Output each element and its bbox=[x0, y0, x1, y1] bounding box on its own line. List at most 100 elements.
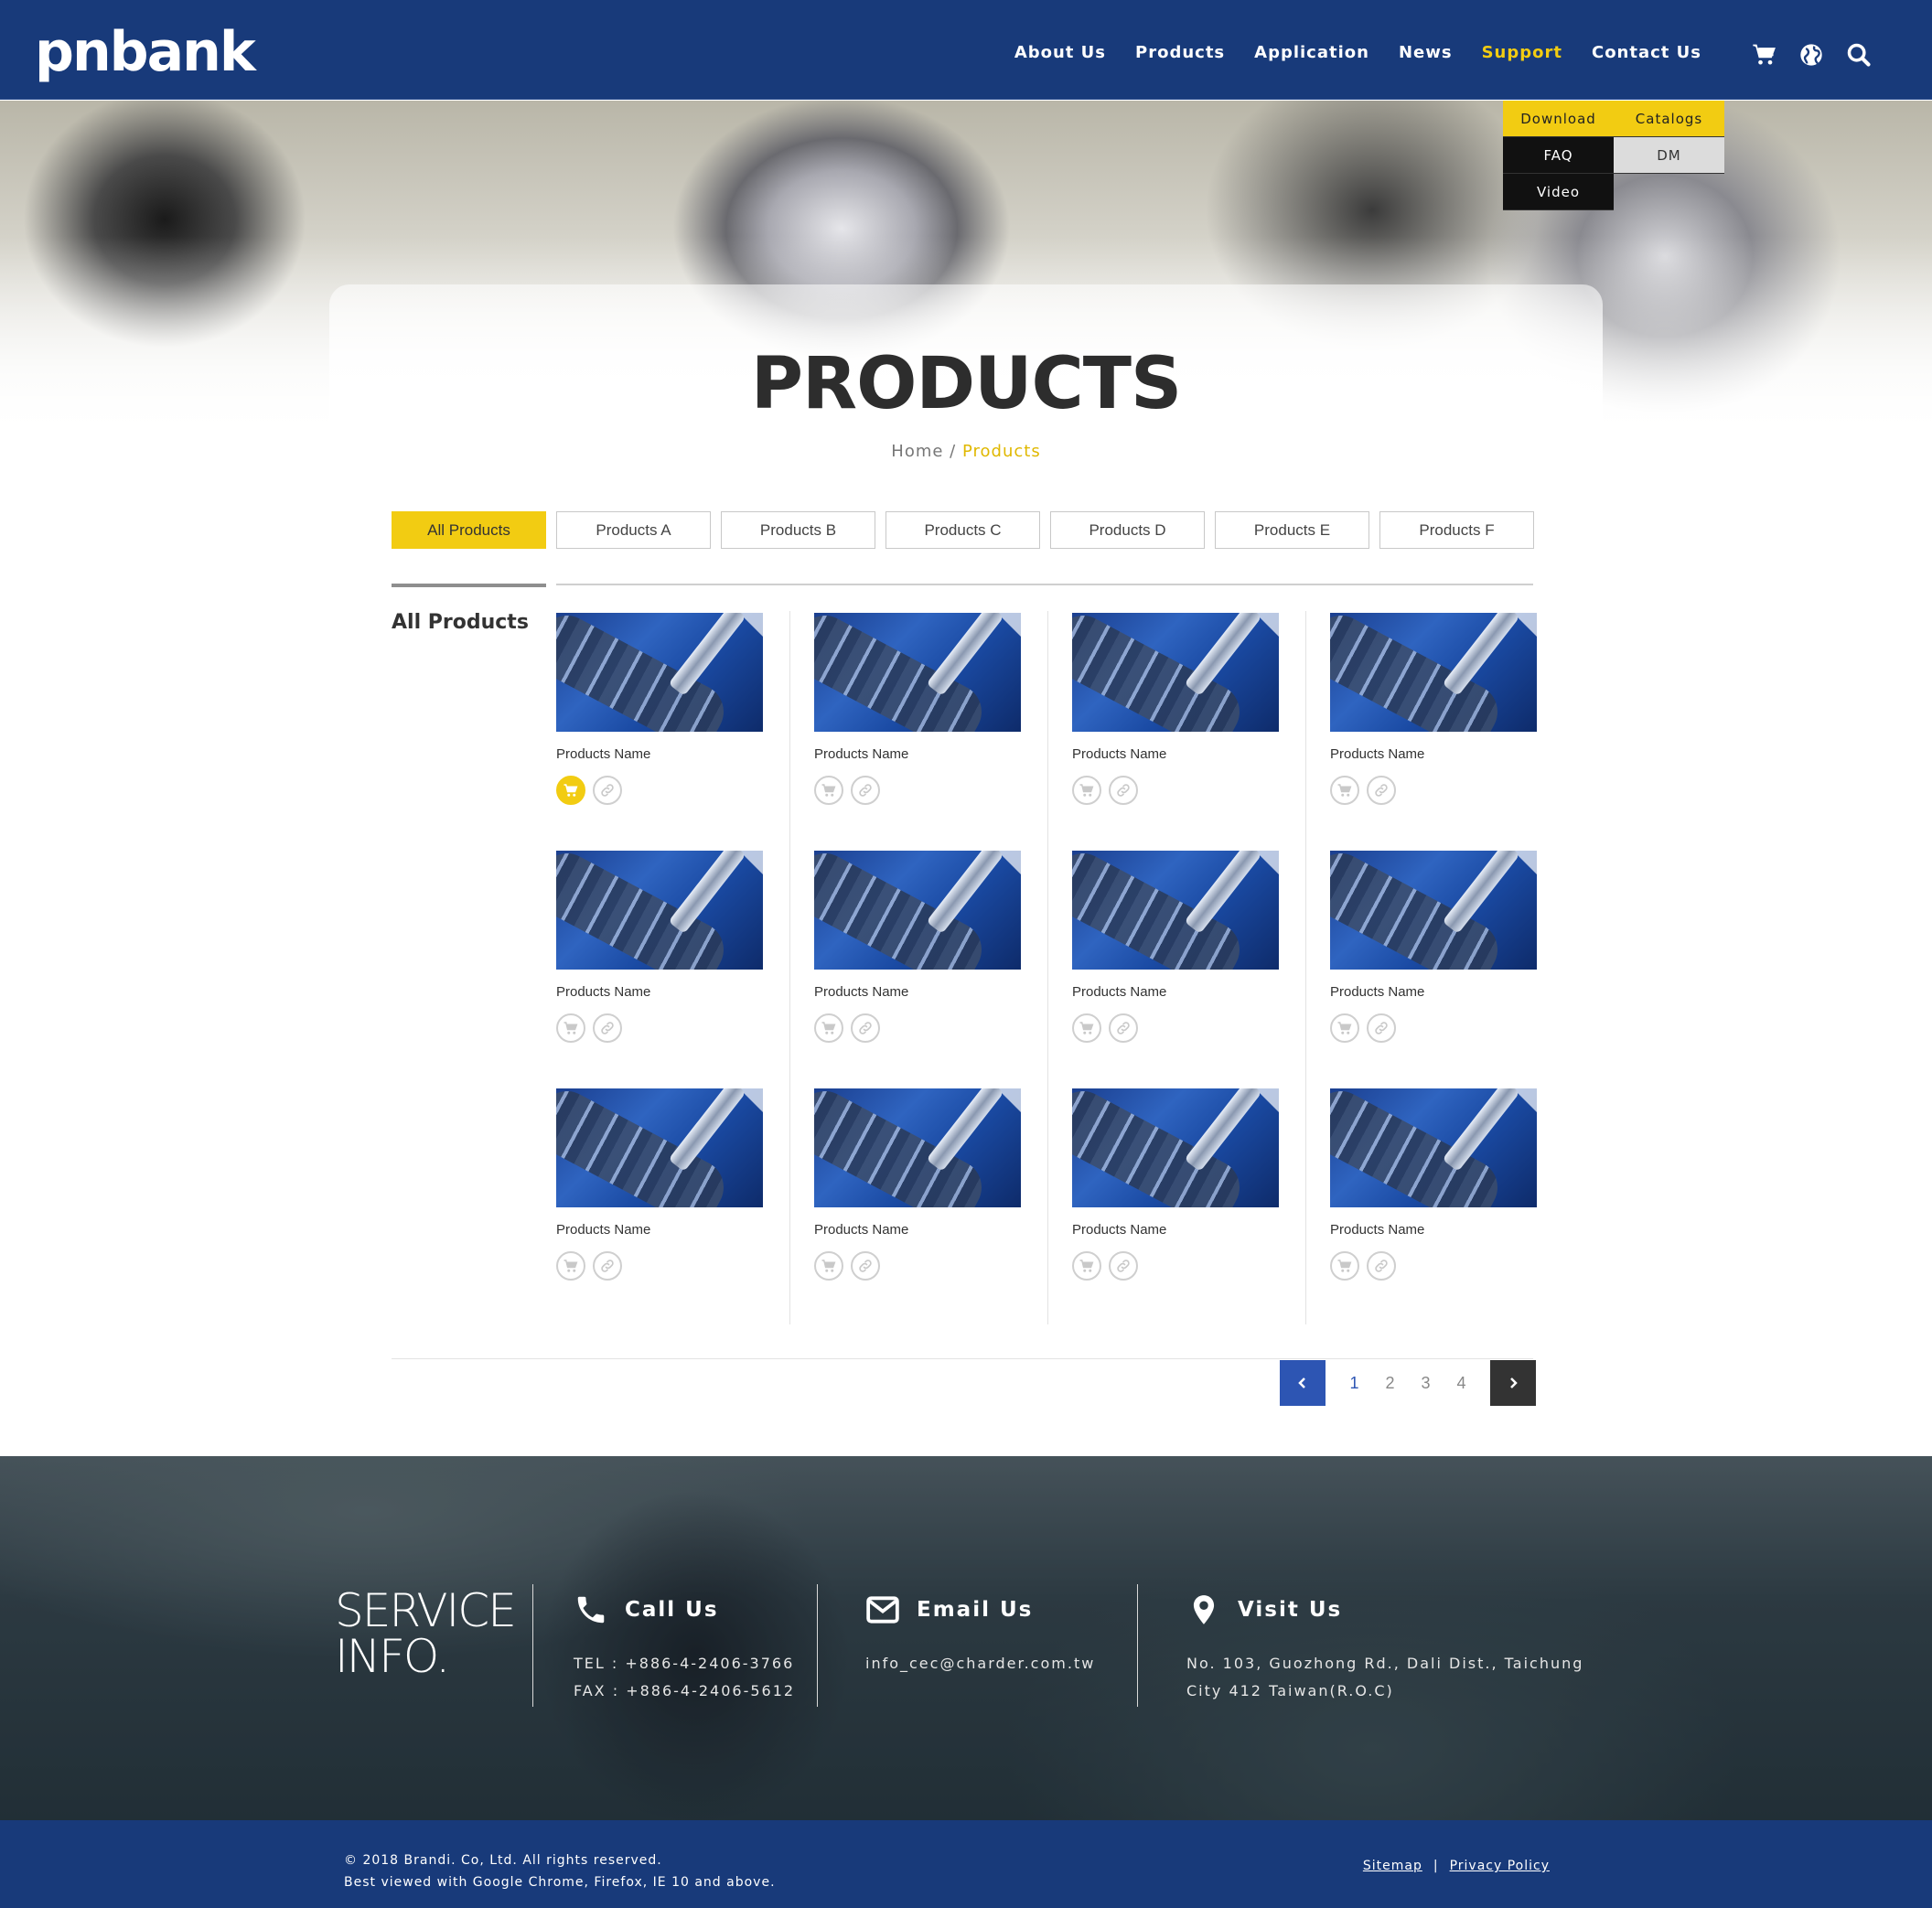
product-link-button[interactable] bbox=[1109, 776, 1138, 805]
product-name[interactable]: Products Name bbox=[556, 746, 650, 762]
page-1[interactable]: 1 bbox=[1336, 1374, 1372, 1393]
tab-products-f[interactable]: Products F bbox=[1379, 511, 1534, 549]
add-to-cart-button[interactable] bbox=[1330, 776, 1359, 805]
prev-page-button[interactable] bbox=[1280, 1360, 1326, 1406]
add-to-cart-button[interactable] bbox=[1072, 1251, 1101, 1281]
add-to-cart-button[interactable] bbox=[556, 1251, 585, 1281]
product-link-button[interactable] bbox=[593, 1013, 622, 1043]
tab-products-b[interactable]: Products B bbox=[721, 511, 875, 549]
add-to-cart-button[interactable] bbox=[814, 1013, 843, 1043]
add-to-cart-button[interactable] bbox=[1330, 1013, 1359, 1043]
breadcrumb-home[interactable]: Home bbox=[891, 442, 943, 461]
tel-number[interactable]: TEL : +886-4-2406-3766 bbox=[574, 1650, 795, 1678]
menu-catalogs[interactable]: Catalogs bbox=[1614, 101, 1724, 137]
product-thumbnail[interactable] bbox=[1072, 613, 1279, 732]
page-2[interactable]: 2 bbox=[1372, 1374, 1408, 1393]
menu-faq[interactable]: FAQ bbox=[1503, 137, 1614, 174]
product-link-button[interactable] bbox=[1367, 776, 1396, 805]
cart-icon[interactable] bbox=[1751, 42, 1776, 68]
column-divider bbox=[1047, 611, 1048, 1324]
product-thumbnail[interactable] bbox=[1072, 1088, 1279, 1207]
add-to-cart-button[interactable] bbox=[814, 1251, 843, 1281]
nav-support[interactable]: Support bbox=[1482, 43, 1562, 62]
product-name[interactable]: Products Name bbox=[556, 1222, 650, 1238]
footer-links: Sitemap | Privacy Policy bbox=[1363, 1859, 1550, 1873]
menu-dm[interactable]: DM bbox=[1614, 137, 1724, 174]
add-to-cart-button[interactable] bbox=[556, 1013, 585, 1043]
product-card[interactable]: Products Name bbox=[1072, 849, 1279, 1050]
product-name[interactable]: Products Name bbox=[1330, 746, 1424, 762]
column-divider bbox=[789, 611, 790, 1324]
product-card[interactable]: Products Name bbox=[556, 611, 763, 812]
product-name[interactable]: Products Name bbox=[556, 984, 650, 1000]
product-card[interactable]: Products Name bbox=[1330, 1087, 1537, 1288]
product-link-button[interactable] bbox=[1367, 1251, 1396, 1281]
product-thumbnail[interactable] bbox=[814, 851, 1021, 970]
product-name[interactable]: Products Name bbox=[1072, 984, 1166, 1000]
nav-about-us[interactable]: About Us bbox=[1014, 43, 1106, 62]
add-to-cart-button[interactable] bbox=[1072, 1013, 1101, 1043]
product-name[interactable]: Products Name bbox=[814, 746, 908, 762]
tab-all-products[interactable]: All Products bbox=[392, 511, 546, 549]
product-thumbnail[interactable] bbox=[556, 1088, 763, 1207]
product-card[interactable]: Products Name bbox=[814, 611, 1021, 812]
add-to-cart-button[interactable] bbox=[1330, 1251, 1359, 1281]
product-thumbnail[interactable] bbox=[1330, 1088, 1537, 1207]
tab-products-d[interactable]: Products D bbox=[1050, 511, 1205, 549]
globe-icon[interactable] bbox=[1798, 42, 1824, 68]
product-link-button[interactable] bbox=[593, 1251, 622, 1281]
product-name[interactable]: Products Name bbox=[814, 1222, 908, 1238]
product-thumbnail[interactable] bbox=[556, 851, 763, 970]
menu-video[interactable]: Video bbox=[1503, 174, 1614, 210]
service-divider bbox=[817, 1584, 818, 1707]
product-link-button[interactable] bbox=[851, 776, 880, 805]
menu-download[interactable]: Download bbox=[1503, 101, 1614, 137]
product-card[interactable]: Products Name bbox=[814, 1087, 1021, 1288]
product-card[interactable]: Products Name bbox=[1330, 849, 1537, 1050]
privacy-policy-link[interactable]: Privacy Policy bbox=[1450, 1859, 1550, 1873]
product-thumbnail[interactable] bbox=[1330, 851, 1537, 970]
product-link-button[interactable] bbox=[1109, 1013, 1138, 1043]
nav-products[interactable]: Products bbox=[1135, 43, 1225, 62]
tab-products-a[interactable]: Products A bbox=[556, 511, 711, 549]
product-card[interactable]: Products Name bbox=[556, 849, 763, 1050]
product-card[interactable]: Products Name bbox=[1072, 611, 1279, 812]
product-link-button[interactable] bbox=[1367, 1013, 1396, 1043]
add-to-cart-button[interactable] bbox=[814, 776, 843, 805]
search-icon[interactable] bbox=[1846, 42, 1872, 68]
product-thumbnail[interactable] bbox=[1072, 851, 1279, 970]
page-4[interactable]: 4 bbox=[1444, 1374, 1479, 1393]
product-link-button[interactable] bbox=[851, 1251, 880, 1281]
product-card[interactable]: Products Name bbox=[814, 849, 1021, 1050]
product-thumbnail[interactable] bbox=[1330, 613, 1537, 732]
product-link-button[interactable] bbox=[851, 1013, 880, 1043]
product-name[interactable]: Products Name bbox=[1330, 1222, 1424, 1238]
sitemap-link[interactable]: Sitemap bbox=[1363, 1859, 1422, 1873]
nav-news[interactable]: News bbox=[1399, 43, 1453, 62]
nav-contact-us[interactable]: Contact Us bbox=[1592, 43, 1701, 62]
product-card[interactable]: Products Name bbox=[1072, 1087, 1279, 1288]
cart-icon bbox=[821, 1259, 836, 1272]
copyright-block: © 2018 Brandi. Co, Ltd. All rights reser… bbox=[344, 1849, 776, 1893]
product-card[interactable]: Products Name bbox=[1330, 611, 1537, 812]
product-name[interactable]: Products Name bbox=[1330, 984, 1424, 1000]
email-address[interactable]: info_cec@charder.com.tw bbox=[865, 1650, 1095, 1678]
brand-logo[interactable]: pnbank bbox=[35, 20, 256, 84]
product-name[interactable]: Products Name bbox=[1072, 1222, 1166, 1238]
product-thumbnail[interactable] bbox=[814, 613, 1021, 732]
add-to-cart-button[interactable] bbox=[556, 776, 585, 805]
page-3[interactable]: 3 bbox=[1408, 1374, 1444, 1393]
add-to-cart-button[interactable] bbox=[1072, 776, 1101, 805]
product-link-button[interactable] bbox=[1109, 1251, 1138, 1281]
product-name[interactable]: Products Name bbox=[814, 984, 908, 1000]
product-name[interactable]: Products Name bbox=[1072, 746, 1166, 762]
thumbnail-corner bbox=[997, 851, 1021, 874]
nav-application[interactable]: Application bbox=[1254, 43, 1369, 62]
tab-products-c[interactable]: Products C bbox=[886, 511, 1040, 549]
product-thumbnail[interactable] bbox=[556, 613, 763, 732]
product-link-button[interactable] bbox=[593, 776, 622, 805]
next-page-button[interactable] bbox=[1490, 1360, 1536, 1406]
tab-products-e[interactable]: Products E bbox=[1215, 511, 1369, 549]
product-card[interactable]: Products Name bbox=[556, 1087, 763, 1288]
product-thumbnail[interactable] bbox=[814, 1088, 1021, 1207]
